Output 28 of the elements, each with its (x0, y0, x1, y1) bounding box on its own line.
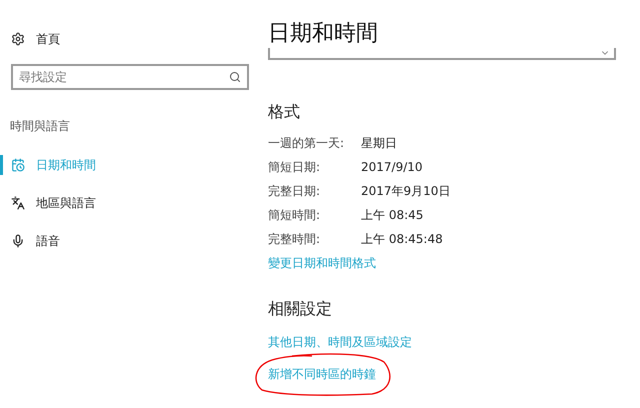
microphone-icon (11, 234, 25, 248)
dropdown[interactable] (268, 48, 616, 60)
format-value: 上午 08:45 (361, 206, 424, 224)
format-value: 星期日 (361, 134, 397, 152)
home-link[interactable]: 首頁 (36, 30, 60, 48)
language-icon (11, 196, 25, 210)
page-title: 日期和時間 (268, 20, 379, 48)
nav-item[interactable]: 語音 (0, 231, 252, 251)
change-format-link[interactable]: 變更日期和時間格式 (268, 254, 376, 272)
search-icon[interactable] (229, 71, 241, 83)
format-label: 完整日期: (268, 182, 322, 200)
nav-item[interactable]: 日期和時間 (0, 155, 252, 175)
section-title: 時間與語言 (10, 118, 71, 135)
section-heading: 格式 (268, 102, 301, 123)
format-label: 一週的第一天: (268, 134, 346, 152)
search-field[interactable]: 尋找設定 (11, 64, 249, 90)
calendar-clock-icon (11, 158, 25, 172)
format-value: 2017年9月10日 (361, 182, 450, 200)
settings-icon[interactable] (11, 32, 25, 46)
settings-link[interactable]: 新增不同時區的時鐘 (268, 366, 376, 382)
format-label: 簡短日期: (268, 158, 322, 176)
nav-item[interactable]: 地區與語言 (0, 193, 252, 213)
format-label: 完整時間: (268, 230, 322, 248)
format-label: 簡短時間: (268, 206, 322, 224)
settings-link[interactable]: 其他日期、時間及區域設定 (268, 334, 412, 350)
format-value: 上午 08:45:48 (361, 230, 443, 248)
format-value: 2017/9/10 (361, 160, 423, 174)
section-heading: 相關設定 (268, 299, 333, 320)
